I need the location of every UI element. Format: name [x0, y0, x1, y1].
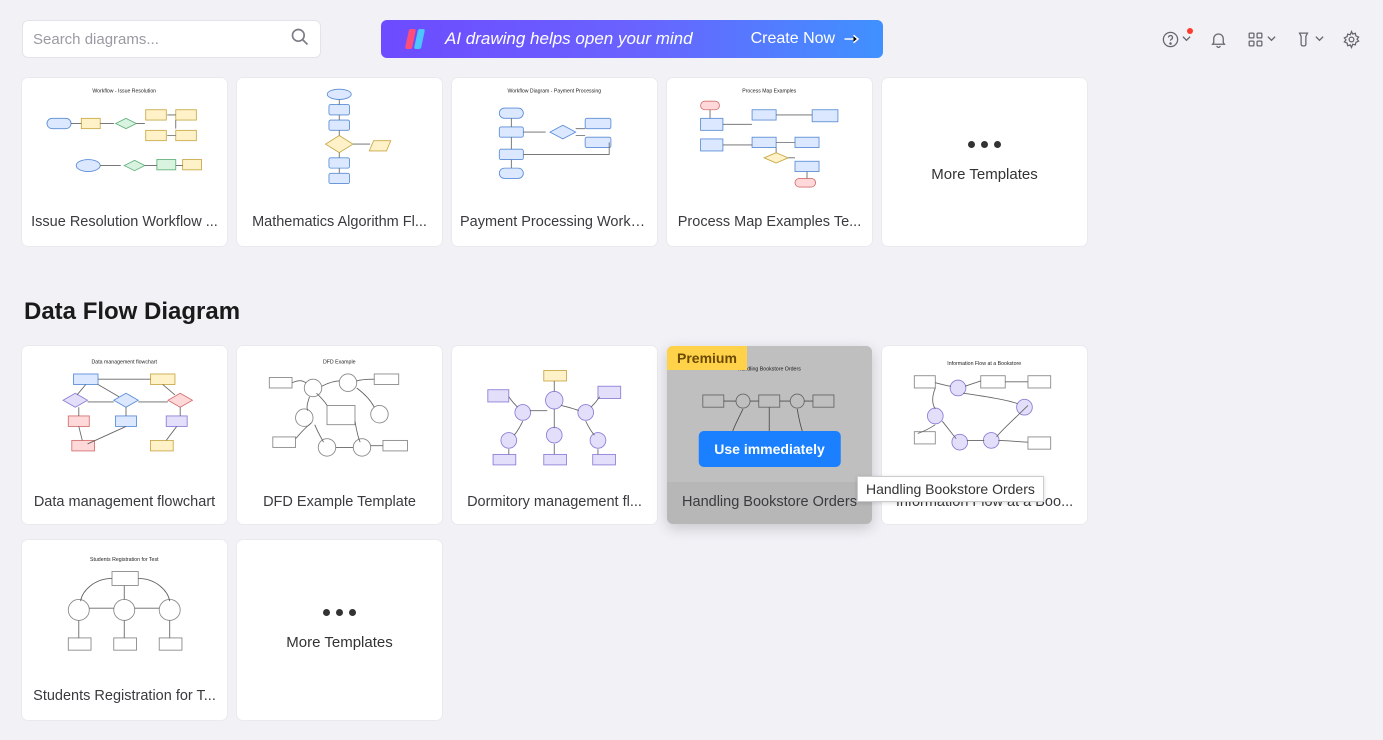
bell-icon[interactable]	[1209, 30, 1228, 49]
grid-data-flow-row3: Students Registration for Test Students …	[22, 540, 1361, 720]
card-title: DFD Example Template	[237, 482, 442, 524]
template-card[interactable]: Workflow - Issue Resolution Issue Resolu…	[22, 78, 227, 246]
card-thumbnail: Information Flow at a Bookstore	[882, 346, 1087, 482]
ellipsis-icon	[323, 609, 356, 616]
card-thumbnail: Data management flowchart	[22, 346, 227, 482]
card-title: Payment Processing Workfl...	[452, 202, 657, 244]
ellipsis-icon	[968, 141, 1001, 148]
banner-text: AI drawing helps open your mind	[445, 29, 693, 49]
svg-text:DFD Example: DFD Example	[323, 359, 356, 365]
card-thumbnail	[237, 78, 442, 202]
template-card[interactable]: Students Registration for Test Students …	[22, 540, 227, 720]
card-thumbnail: Workflow - Issue Resolution	[22, 78, 227, 202]
arrow-right-icon	[843, 33, 861, 45]
chevron-down-icon	[1313, 30, 1324, 48]
template-card[interactable]: Workflow Diagram - Payment Processing Pa…	[452, 78, 657, 246]
card-thumbnail: Students Registration for Test	[22, 540, 227, 676]
more-templates-label: More Templates	[931, 166, 1037, 183]
template-card[interactable]: Process Map Examples Process Map Example…	[667, 78, 872, 246]
svg-text:Handling Bookstore Orders: Handling Bookstore Orders	[738, 366, 802, 372]
svg-text:Data management flowchart: Data management flowchart	[92, 359, 158, 365]
card-title: Process Map Examples Te...	[667, 202, 872, 244]
settings-icon[interactable]	[1342, 30, 1361, 49]
card-title: Handling Bookstore Orders	[667, 482, 872, 524]
template-card-hovered[interactable]: Premium Handling Bookstore Orders Use im…	[667, 346, 872, 524]
svg-text:Workflow Diagram - Payment Pro: Workflow Diagram - Payment Processing	[508, 89, 602, 95]
premium-badge: Premium	[667, 346, 747, 370]
card-thumbnail	[452, 346, 657, 482]
search-icon[interactable]	[290, 27, 310, 52]
top-right-icons	[1161, 30, 1361, 49]
ai-logo-icon	[407, 29, 427, 49]
card-title: Data management flowchart	[22, 482, 227, 524]
top-bar: AI drawing helps open your mind Create N…	[22, 20, 1361, 58]
theme-icon[interactable]	[1294, 30, 1324, 49]
create-now-label: Create Now	[751, 30, 835, 48]
template-card[interactable]: Dormitory management fl...	[452, 346, 657, 524]
card-title: Dormitory management fl...	[452, 482, 657, 524]
ai-banner[interactable]: AI drawing helps open your mind Create N…	[381, 20, 883, 58]
search-input[interactable]	[33, 31, 290, 48]
svg-text:Process Map Examples: Process Map Examples	[743, 89, 797, 95]
help-icon[interactable]	[1161, 30, 1191, 49]
card-thumbnail: Workflow Diagram - Payment Processing	[452, 78, 657, 202]
template-card[interactable]: DFD Example DFD Example Template	[237, 346, 442, 524]
card-title: Mathematics Algorithm Fl...	[237, 202, 442, 244]
grid-workflow: Workflow - Issue Resolution Issue Resolu…	[22, 78, 1361, 246]
card-title: Issue Resolution Workflow ...	[22, 202, 227, 244]
section-title: Data Flow Diagram	[24, 298, 1361, 326]
more-templates-card[interactable]: More Templates	[237, 540, 442, 720]
svg-text:Information Flow at a Bookstor: Information Flow at a Bookstore	[948, 361, 1022, 367]
template-card[interactable]: Mathematics Algorithm Fl...	[237, 78, 442, 246]
use-immediately-button[interactable]: Use immediately	[698, 431, 841, 467]
tooltip: Handling Bookstore Orders	[857, 476, 1044, 502]
more-templates-label: More Templates	[286, 634, 392, 651]
search-box[interactable]	[22, 20, 321, 58]
create-now-button[interactable]: Create Now	[751, 30, 861, 48]
card-thumbnail: Process Map Examples	[667, 78, 872, 202]
svg-text:Students Registration for Test: Students Registration for Test	[90, 557, 159, 563]
chevron-down-icon	[1265, 30, 1276, 48]
notification-dot	[1187, 28, 1193, 34]
svg-text:Workflow - Issue Resolution: Workflow - Issue Resolution	[93, 89, 157, 95]
apps-icon[interactable]	[1246, 30, 1276, 49]
grid-data-flow: Data management flowchart Data managemen…	[22, 346, 1361, 524]
card-thumbnail: DFD Example	[237, 346, 442, 482]
template-card[interactable]: Data management flowchart Data managemen…	[22, 346, 227, 524]
more-templates-card[interactable]: More Templates	[882, 78, 1087, 246]
